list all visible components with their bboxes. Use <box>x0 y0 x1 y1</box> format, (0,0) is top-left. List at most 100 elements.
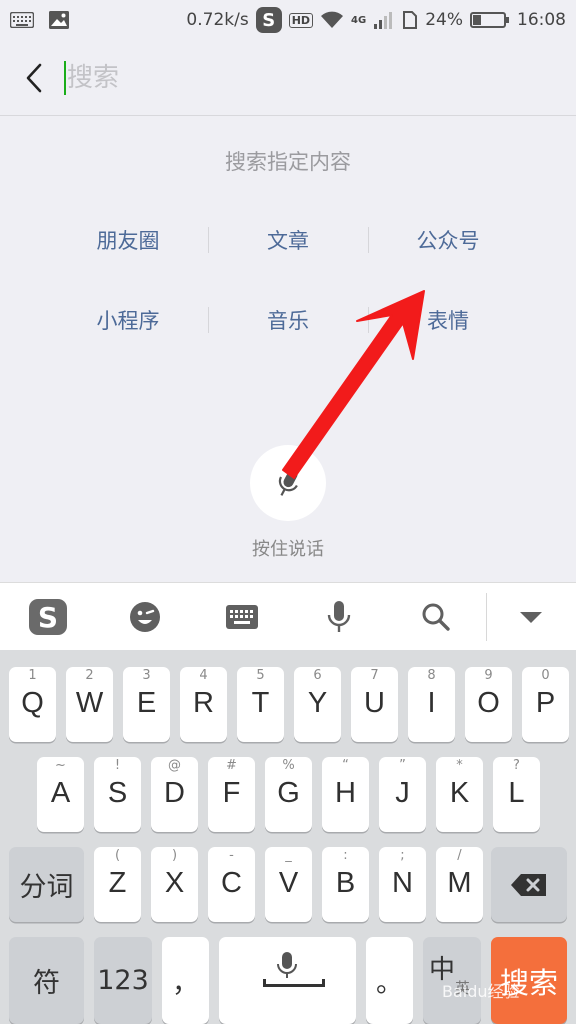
status-bar: 0.72k/s S HD 4G 24% 16:08 <box>0 0 576 40</box>
backspace-icon <box>491 847 567 922</box>
key-z[interactable]: (Z <box>94 847 141 922</box>
key-c-symbol: - <box>229 848 234 863</box>
key-m[interactable]: / M <box>436 847 483 922</box>
key-q[interactable]: 1Q <box>9 667 56 742</box>
key-w-symbol: 2 <box>85 668 94 683</box>
key-m-label: M <box>447 867 472 899</box>
category-moments[interactable]: 朋友圈 <box>48 210 208 270</box>
key-p-label: P <box>535 687 556 719</box>
key-j[interactable]: ” J <box>379 757 426 832</box>
key-d-label: D <box>164 777 185 809</box>
sogou-logo-icon: S <box>29 599 67 635</box>
key-x[interactable]: ) X <box>151 847 198 922</box>
key-w-label: W <box>75 687 104 719</box>
key-i[interactable]: 8I <box>408 667 455 742</box>
key-s-symbol: ! <box>114 758 121 773</box>
key-e-label: E <box>136 687 157 719</box>
key-x-symbol: ) <box>171 848 178 863</box>
key-o[interactable]: 9O <box>465 667 512 742</box>
symbol-key-label: 符 <box>33 968 60 999</box>
sim-icon <box>403 11 418 29</box>
key-h-label: H <box>335 777 356 809</box>
comma-key[interactable]: ， <box>162 937 209 1024</box>
key-a-label: A <box>50 777 71 809</box>
period-key-label: 。 <box>376 968 403 999</box>
key-a[interactable]: ~ A <box>37 757 84 832</box>
key-p-symbol: 0 <box>541 668 550 683</box>
key-t[interactable]: 5T <box>237 667 284 742</box>
chevron-left-icon <box>26 63 42 93</box>
hide-keyboard-button[interactable] <box>499 583 563 651</box>
category-music[interactable]: 音乐 <box>208 290 368 350</box>
key-f-label: F <box>222 777 241 809</box>
key-y-label: Y <box>307 687 328 719</box>
key-b[interactable]: :B <box>322 847 369 922</box>
battery-percent: 24% <box>425 10 463 30</box>
key-d-symbol: @ <box>168 758 181 773</box>
voice-input-button[interactable] <box>307 583 371 651</box>
key-u-label: U <box>364 687 385 719</box>
key-v-label: V <box>278 867 299 899</box>
toolbar-divider <box>486 593 487 641</box>
key-r-label: R <box>193 687 214 719</box>
voice-search-button[interactable] <box>250 445 326 521</box>
key-n-symbol: ; <box>400 848 405 863</box>
category-grid: 朋友圈 文章 公众号 小程序 音乐 表情 <box>48 210 528 370</box>
language-switch-key[interactable]: 中 英 <box>423 937 481 1024</box>
section-title: 搜索指定内容 <box>225 150 351 174</box>
numbers-key[interactable]: 123 <box>94 937 152 1024</box>
sogou-logo-button[interactable]: S <box>16 583 80 651</box>
category-mini-programs[interactable]: 小程序 <box>48 290 208 350</box>
keyboard-toolbar: S <box>0 582 576 650</box>
sogou-status-icon: S <box>255 7 282 33</box>
key-v-symbol: _ <box>285 848 292 863</box>
search-key[interactable]: 搜索 <box>491 937 567 1024</box>
key-u[interactable]: 7U <box>351 667 398 742</box>
key-q-symbol: 1 <box>28 668 37 683</box>
key-c[interactable]: -C <box>208 847 255 922</box>
emoji-button[interactable] <box>113 583 177 651</box>
voice-hint-label: 按住说话 <box>252 539 324 560</box>
key-w[interactable]: 2W <box>66 667 113 742</box>
key-y[interactable]: 6Y <box>294 667 341 742</box>
battery-icon <box>470 12 509 28</box>
key-l[interactable]: ? L <box>493 757 540 832</box>
period-key[interactable]: 。 <box>366 937 413 1024</box>
keyboard-switch-button[interactable] <box>210 583 274 651</box>
key-e[interactable]: 3E <box>123 667 170 742</box>
key-v[interactable]: _ V <box>265 847 312 922</box>
key-p[interactable]: 0P <box>522 667 569 742</box>
key-n[interactable]: ; N <box>379 847 426 922</box>
keyboard-search-button[interactable] <box>404 583 468 651</box>
word-split-key[interactable]: 分词 <box>9 847 84 922</box>
keyboard-icon <box>226 605 258 629</box>
key-k[interactable]: * K <box>436 757 483 832</box>
search-input[interactable] <box>67 58 547 98</box>
category-stickers[interactable]: 表情 <box>368 290 528 350</box>
key-d[interactable]: @ D <box>151 757 198 832</box>
key-l-label: L <box>508 777 525 809</box>
back-button[interactable] <box>14 56 54 100</box>
numbers-key-label: 123 <box>97 965 149 996</box>
key-m-symbol: / <box>457 848 462 863</box>
key-g[interactable]: % G <box>265 757 312 832</box>
key-t-label: T <box>251 687 270 719</box>
key-r[interactable]: 4R <box>180 667 227 742</box>
key-s[interactable]: ! S <box>94 757 141 832</box>
keyboard-notification-icon <box>10 12 34 28</box>
category-articles[interactable]: 文章 <box>208 210 368 270</box>
space-key[interactable] <box>219 937 356 1024</box>
key-k-label: K <box>449 777 470 809</box>
wifi-icon <box>321 11 344 28</box>
backspace-key[interactable] <box>491 847 567 922</box>
symbol-key[interactable]: 符 <box>9 937 84 1024</box>
search-icon <box>422 603 450 631</box>
key-b-label: B <box>335 867 356 899</box>
clock: 16:08 <box>517 10 566 30</box>
signal-icon <box>374 12 393 29</box>
category-official-accounts[interactable]: 公众号 <box>368 210 528 270</box>
key-h[interactable]: “H <box>322 757 369 832</box>
key-t-symbol: 5 <box>256 668 265 683</box>
key-f[interactable]: # F <box>208 757 255 832</box>
category-row: 朋友圈 文章 公众号 <box>48 210 528 270</box>
